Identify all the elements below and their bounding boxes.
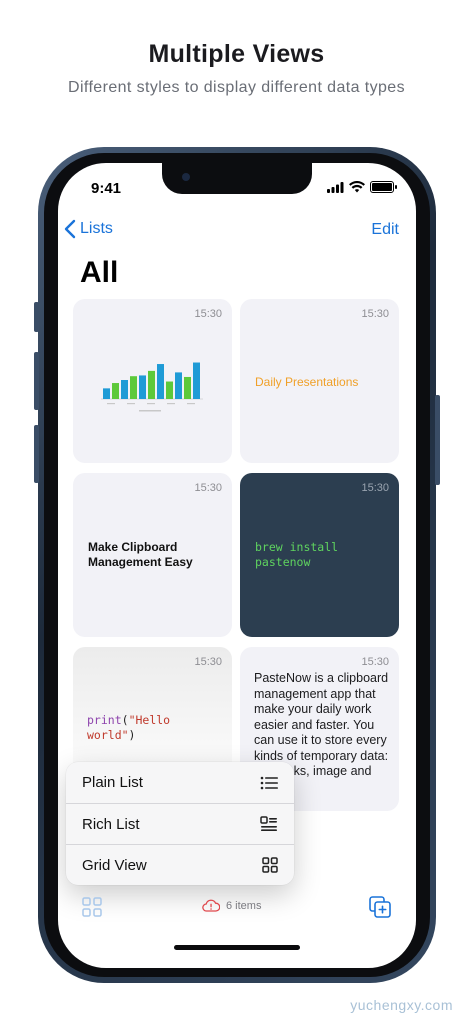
card-text: Daily Presentations xyxy=(255,375,359,389)
status-time: 9:41 xyxy=(91,180,122,197)
promo-title: Multiple Views xyxy=(148,40,325,68)
view-style-menu: Plain List Rich List Grid View xyxy=(66,762,294,885)
menu-item-plain-list[interactable]: Plain List xyxy=(66,762,294,803)
promo-subtitle: Different styles to display different da… xyxy=(67,79,405,96)
battery-icon xyxy=(370,181,397,193)
menu-item-grid-view[interactable]: Grid View xyxy=(66,844,294,885)
cloud-alert-icon xyxy=(202,899,220,912)
notch xyxy=(162,163,312,194)
chart-tick-label xyxy=(147,403,155,405)
code-function: print xyxy=(87,713,122,727)
phone-side-button xyxy=(34,302,39,332)
chart-bar xyxy=(121,380,128,399)
phone-volume-up xyxy=(34,352,39,410)
home-indicator xyxy=(174,945,300,950)
chart-thumbnail xyxy=(101,362,203,412)
edit-button[interactable]: Edit xyxy=(371,221,399,239)
clipboard-card-text[interactable]: 15:30 Make Clipboard Management Easy xyxy=(73,473,232,637)
wifi-icon xyxy=(349,181,365,193)
status-icons xyxy=(327,181,397,193)
clipboard-card-text[interactable]: 15:30 Daily Presentations xyxy=(240,299,399,463)
phone-volume-down xyxy=(34,425,39,483)
chart-tick-label xyxy=(107,403,115,405)
front-camera xyxy=(182,173,190,181)
menu-item-label: Plain List xyxy=(82,774,143,791)
card-time: 15:30 xyxy=(194,482,222,494)
menu-item-rich-list[interactable]: Rich List xyxy=(66,803,294,844)
rich-list-icon xyxy=(260,816,277,831)
chart-bar xyxy=(193,362,200,399)
chart-bar xyxy=(175,372,182,399)
back-label: Lists xyxy=(80,220,113,237)
cellular-signal-icon xyxy=(327,181,344,193)
clipboard-card-image[interactable]: 15:30 xyxy=(73,299,232,463)
code-paren-open: ( xyxy=(121,713,129,727)
chart-bar xyxy=(166,381,173,399)
back-button[interactable]: Lists xyxy=(64,219,113,239)
list-bullet-icon xyxy=(260,776,278,789)
card-code: print("Hello world") xyxy=(87,713,222,743)
chart-tick-label xyxy=(127,403,135,405)
menu-item-label: Rich List xyxy=(82,815,140,833)
menu-item-label: Grid View xyxy=(82,856,147,874)
watermark: yuchengxy.com xyxy=(350,997,453,1013)
chart-bar xyxy=(130,376,137,399)
grid-icon xyxy=(262,857,278,873)
card-time: 15:30 xyxy=(361,482,389,494)
chart-bar xyxy=(139,375,146,399)
chart-bar xyxy=(148,370,155,399)
grid-icon[interactable] xyxy=(82,897,102,917)
card-code: brew install pastenow xyxy=(255,540,346,569)
chart-bar xyxy=(184,376,191,399)
clipboard-card-code[interactable]: 15:30 brew install pastenow xyxy=(240,473,399,637)
card-text: Make Clipboard Management Easy xyxy=(88,540,193,569)
chart-tick-label xyxy=(187,403,195,405)
chevron-left-icon xyxy=(64,219,76,239)
card-time: 15:30 xyxy=(194,656,222,668)
items-status: 6 items xyxy=(202,899,261,912)
phone-power-button xyxy=(435,395,440,485)
battery-level xyxy=(372,183,392,191)
card-time: 15:30 xyxy=(361,656,389,668)
chart-bar xyxy=(112,383,119,399)
chart-legend xyxy=(139,410,161,412)
page-title: All xyxy=(80,256,119,289)
items-count: 6 items xyxy=(226,899,262,912)
card-time: 15:30 xyxy=(361,308,389,320)
chart-bar xyxy=(157,364,164,399)
add-copy-icon[interactable] xyxy=(369,896,391,918)
chart-tick-label xyxy=(167,403,175,405)
code-paren-close: ) xyxy=(128,728,136,742)
phone-screen: 9:41 Lists Edit All 15:30 15:30 Daily Pr… xyxy=(58,163,416,968)
chart-bar xyxy=(103,388,110,399)
card-time: 15:30 xyxy=(194,308,222,320)
